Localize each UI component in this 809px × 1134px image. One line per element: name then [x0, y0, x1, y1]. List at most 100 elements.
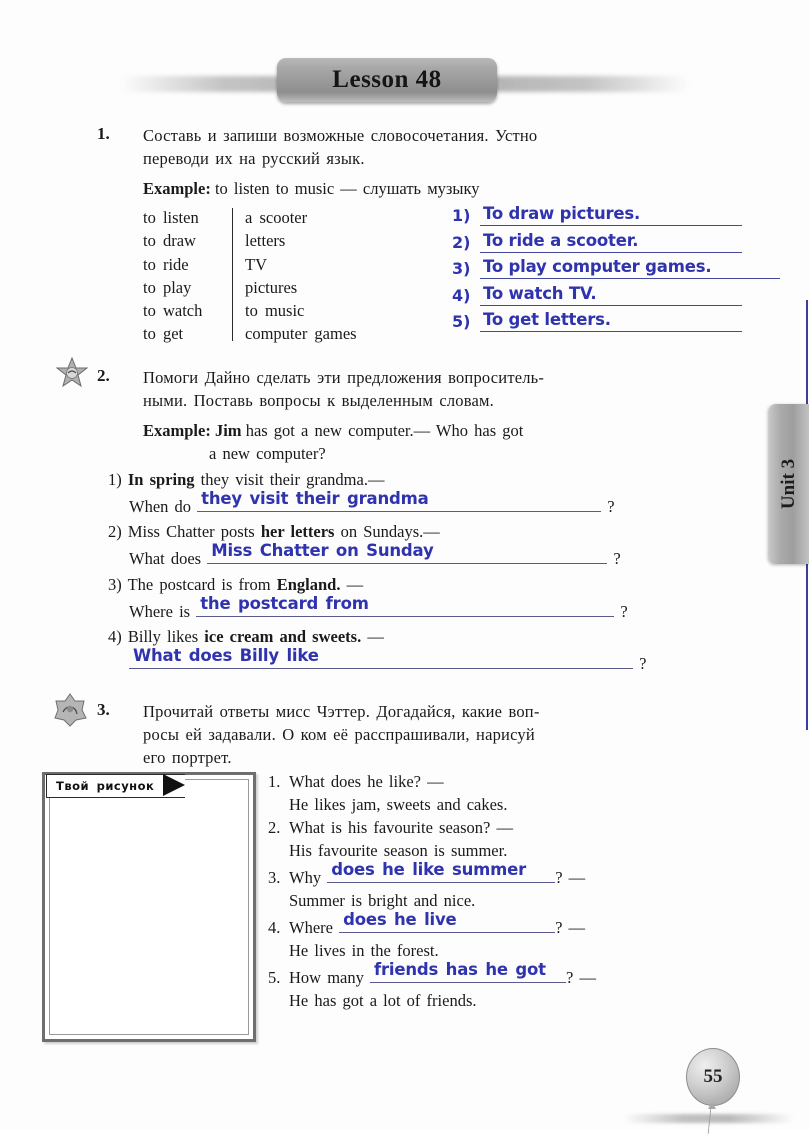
- exercise-3-instruction: Прочитай ответы мисс Чэттер. Догадайся, …: [143, 700, 753, 769]
- word-cell: to play: [143, 277, 192, 297]
- answer-row[interactable]: 3) To play computer games.: [452, 257, 780, 284]
- exercise-2-example-rest: has got a new computer.— Who has got: [245, 421, 524, 440]
- qa-number: 2.: [268, 818, 281, 837]
- item-bold-phrase: England.: [276, 575, 341, 594]
- exercise-3-qa-list: 1. What does he like? — He likes jam, swe…: [268, 770, 748, 1012]
- qa-answer-blank[interactable]: does he like summer: [327, 862, 556, 883]
- star-icon: [52, 692, 87, 727]
- exercise-2-item: 1) In spring they visit their grandma.— …: [108, 468, 748, 518]
- qa-question-text: How many: [289, 968, 364, 987]
- qa-answer-blank[interactable]: friends has he got: [370, 962, 566, 983]
- answer-text: What does Billy like: [133, 648, 319, 665]
- exercise-2-item: 3) The postcard is from England. — Where…: [108, 573, 748, 623]
- word-cell: pictures: [245, 277, 298, 297]
- page-number: 55: [703, 1066, 723, 1087]
- answer-question-mark: ?: [613, 549, 621, 568]
- item-index: 4): [108, 627, 122, 646]
- qa-question: 5. How many friends has he got ? —: [268, 962, 748, 989]
- answer-index: 2): [452, 232, 471, 252]
- qa-blank-suffix: ? —: [555, 868, 586, 887]
- word-cell: to listen: [143, 208, 199, 227]
- word-column-verbs: to listen to draw to ride to play to wat…: [143, 206, 225, 346]
- item-prompt-pre: The postcard is from: [127, 575, 271, 594]
- answer-text: To draw pictures.: [483, 204, 641, 223]
- exercise-3-instruction-line-1: Прочитай ответы мисс Чэттер. Догадайся, …: [143, 702, 540, 721]
- answer-index: 1): [452, 206, 471, 225]
- item-prompt-rest: they visit their grandma.—: [200, 470, 385, 489]
- exercise-2-number: 2.: [97, 366, 110, 385]
- qa-question: 4. Where does he live ? —: [268, 912, 748, 939]
- item-prompt-rest: —: [367, 627, 384, 646]
- answer-text: To play computer games.: [483, 257, 712, 276]
- exercise-2-item-answer: What does Billy like ?: [108, 648, 748, 675]
- qa-answer: He lives in the forest.: [289, 941, 439, 960]
- drawing-box-inner-border: [49, 779, 249, 1035]
- qa-written-text: does he live: [343, 912, 457, 929]
- answer-row[interactable]: 5) To get letters.: [452, 310, 752, 337]
- qa-answer: He likes jam, sweets and cakes.: [289, 795, 508, 814]
- exercise-2-example-bold: Jim: [214, 421, 242, 440]
- answer-blank[interactable]: they visit their grandma: [197, 491, 602, 512]
- answer-index: 4): [452, 285, 471, 305]
- answer-blank[interactable]: What does Billy like: [129, 648, 633, 669]
- word-cell: to music: [245, 301, 305, 321]
- word-cell: to watch: [143, 301, 203, 321]
- balloon-string: [707, 1108, 720, 1134]
- exercise-2-instruction: Помоги Дайно сделать эти предложения воп…: [143, 366, 743, 412]
- word-column-objects: a scooter letters TV pictures to music c…: [245, 206, 415, 346]
- answer-line[interactable]: To get letters.: [480, 310, 742, 332]
- qa-question: 2. What is his favourite season? —: [268, 816, 748, 839]
- answer-line[interactable]: To draw pictures.: [480, 204, 742, 226]
- drawing-box-tag: Твой рисунок: [46, 774, 186, 798]
- item-index: 2): [108, 522, 122, 541]
- answer-line[interactable]: To watch TV.: [480, 284, 742, 306]
- answer-row[interactable]: 4) To watch TV.: [452, 284, 752, 311]
- qa-question-text: Where: [289, 918, 333, 937]
- item-prompt-rest: —: [346, 575, 364, 594]
- answer-row[interactable]: 2) To ride a scooter.: [452, 231, 752, 258]
- answer-blank[interactable]: Miss Chatter on Sunday: [207, 543, 608, 564]
- qa-number: 5.: [268, 968, 281, 987]
- word-cell: to draw: [143, 231, 196, 251]
- exercise-2-item: 4) Billy likes ice cream and sweets. — W…: [108, 625, 748, 675]
- balloon-body: 55: [686, 1048, 740, 1106]
- answer-line[interactable]: To ride a scooter.: [480, 231, 742, 253]
- exercise-2-example: Example: Jim has got a new computer.— Wh…: [143, 419, 753, 465]
- answer-line[interactable]: To play computer games.: [480, 257, 780, 279]
- answer-row[interactable]: 1) To draw pictures.: [452, 204, 752, 231]
- item-index: 1): [108, 470, 122, 489]
- item-bold-phrase: her letters: [260, 522, 335, 541]
- exercise-2-item-answer: When do they visit their grandma ?: [108, 491, 748, 518]
- qa-answer: He has got a lot of friends.: [289, 991, 477, 1010]
- exercise-1-example: Example: to listen to music — слушать му…: [143, 177, 743, 200]
- word-table-divider: [232, 208, 233, 341]
- page-number-balloon: 55: [624, 1048, 794, 1134]
- exercise-2-instruction-line-1: Помоги Дайно сделать эти предложения воп…: [143, 368, 545, 387]
- item-bold-phrase: In spring: [127, 470, 195, 489]
- workbook-page: Lesson 48 Unit 3 1. Составь и запиши воз…: [0, 0, 809, 1134]
- word-cell: TV: [245, 254, 267, 274]
- qa-answer-blank[interactable]: does he live: [339, 912, 556, 933]
- drawing-box[interactable]: [42, 772, 256, 1042]
- exercise-1-answer-list: 1) To draw pictures. 2) To ride a scoote…: [452, 204, 780, 337]
- answer-blank[interactable]: the postcard from: [196, 596, 615, 617]
- answer-index: 5): [452, 312, 471, 331]
- exercise-1-instruction-line-1: Составь и запиши возможные словосочетани…: [143, 126, 538, 145]
- unit-tab-label: Unit 3: [778, 458, 799, 510]
- exercise-2-example-label: Example:: [143, 421, 211, 440]
- exercise-2-item-answer: Where is the postcard from ?: [108, 596, 748, 623]
- exercise-2-instruction-line-2: ными. Поставь вопросы к выделенным слова…: [143, 391, 494, 410]
- word-cell: letters: [245, 231, 286, 251]
- exercise-2-example-line-1: Example: Jim has got a new computer.— Wh…: [143, 419, 753, 442]
- answer-prefix: Where is: [129, 602, 191, 621]
- answer-prefix: What does: [129, 549, 202, 568]
- qa-answer: His favourite season is summer.: [289, 841, 508, 860]
- page-title: Lesson 48: [332, 66, 442, 93]
- exercise-2-item-prompt: 3) The postcard is from England. —: [108, 573, 748, 596]
- word-cell: to ride: [143, 254, 189, 274]
- word-cell: computer games: [245, 324, 357, 344]
- qa-number: 1.: [268, 772, 281, 791]
- qa-question: 1. What does he like? —: [268, 770, 748, 793]
- answer-question-mark: ?: [620, 602, 628, 621]
- drawing-box-label: Твой рисунок: [46, 774, 164, 798]
